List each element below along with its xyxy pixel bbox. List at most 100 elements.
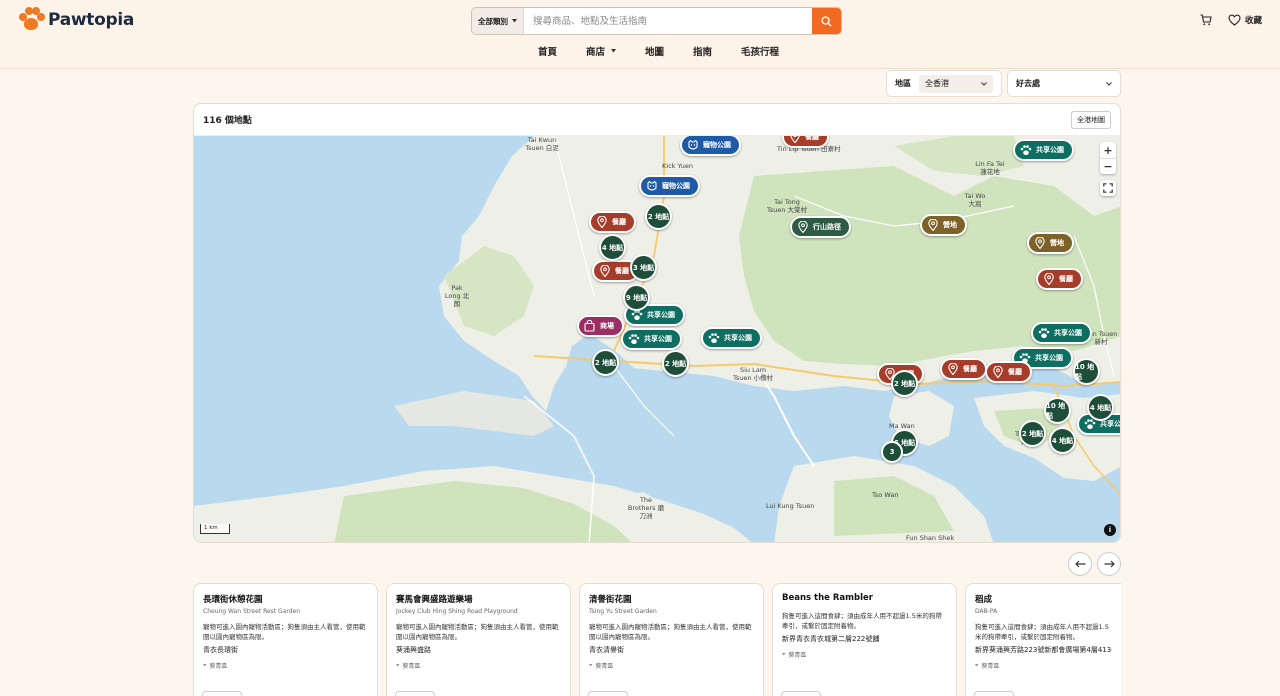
nav-pet-trips[interactable]: 毛孩行程 bbox=[741, 44, 779, 58]
card-district-label: 葵青區 bbox=[981, 663, 1000, 670]
card-subtitle: Tsing Yu Street Garden bbox=[589, 608, 657, 615]
search-category-select[interactable]: 全部類別 bbox=[472, 8, 524, 34]
district-filter[interactable]: 地區 全香港 bbox=[886, 70, 1002, 97]
card-action-button[interactable] bbox=[781, 691, 821, 696]
map-marker-mall[interactable]: 商場 bbox=[577, 315, 624, 337]
nav-home[interactable]: 首頁 bbox=[538, 44, 586, 58]
place-card[interactable]: Beans the Rambler 狗隻可進入這間食肆；須由成年人用不超過1.5… bbox=[772, 583, 957, 696]
map-label: Siu Lam Tsuen 小欖村 bbox=[732, 366, 774, 382]
carousel-prev-button[interactable] bbox=[1068, 552, 1092, 576]
place-type-filter[interactable]: 好去處 bbox=[1007, 70, 1121, 97]
location-pin-icon bbox=[788, 136, 801, 144]
place-card[interactable]: 賽馬會興盛路遊樂場 Jockey Club Hing Shing Road Pl… bbox=[386, 583, 571, 696]
nav-guide[interactable]: 指南 bbox=[693, 44, 741, 58]
map-cluster[interactable]: 4 地點 bbox=[1087, 394, 1114, 421]
map-cluster[interactable]: 2 地點 bbox=[592, 349, 619, 376]
logo[interactable]: Pawtopia bbox=[18, 7, 134, 33]
map-canvas[interactable]: Tin Lip Tsuen 田寮村 Kick Yuen Tai Tong Tsu… bbox=[194, 136, 1120, 542]
map-marker-restaurant[interactable]: 餐廳 bbox=[782, 136, 829, 148]
card-description: 寵物可進入園內寵物活動區；狗隻須由主人看管，使用範圍以園內寵物區為限。 bbox=[589, 623, 752, 641]
card-subtitle: Jockey Club Hing Shing Road Playground bbox=[396, 608, 518, 615]
fullscreen-button[interactable] bbox=[1100, 180, 1116, 196]
arrow-right-icon bbox=[1104, 560, 1115, 568]
place-card[interactable]: 清譽街花園 Tsing Yu Street Garden 寵物可進入園內寵物活動… bbox=[579, 583, 764, 696]
map-cluster[interactable]: 9 地點 bbox=[623, 284, 650, 311]
map-card: 116 個地點 全港地圖 Tin Lip Tsuen 田寮村 Kick Yuen… bbox=[193, 103, 1121, 543]
map-marker-trail[interactable]: 行山路徑 bbox=[790, 216, 851, 238]
location-dot-icon: ⌖ bbox=[782, 650, 786, 658]
map-marker-shared-park[interactable]: 共享公園 bbox=[701, 327, 762, 349]
place-type-filter-label: 好去處 bbox=[1016, 79, 1040, 88]
district-filter-label: 地區 bbox=[895, 79, 911, 88]
marker-label: 共享公園 bbox=[724, 334, 752, 342]
search-input[interactable] bbox=[524, 8, 812, 34]
location-count: 116 個地點 bbox=[203, 116, 252, 126]
card-title: 長環街休憩花園 bbox=[203, 595, 263, 605]
map-marker-restaurant[interactable]: 餐廳 bbox=[985, 361, 1032, 383]
map-marker-shared-park[interactable]: 共享公園 bbox=[621, 328, 682, 350]
map-cluster[interactable]: 3 地點 bbox=[630, 254, 657, 281]
map-marker-shared-park[interactable]: 共享公園 bbox=[1031, 322, 1092, 344]
marker-label: 餐廳 bbox=[1008, 368, 1022, 376]
fullscreen-icon bbox=[1103, 183, 1113, 193]
map-cluster[interactable]: 2 地點 bbox=[662, 350, 689, 377]
map-marker-pet-park[interactable]: 寵物公園 bbox=[680, 136, 741, 156]
place-card[interactable]: 稻成 DAB-PA 狗隻可進入這間食肆；須由成年人用不超過1.5米的狗帶牽引，或… bbox=[965, 583, 1121, 696]
card-action-button[interactable] bbox=[202, 691, 242, 696]
map-marker-camp[interactable]: 營地 bbox=[1027, 232, 1074, 254]
map-cluster[interactable]: 10 地點 bbox=[1073, 358, 1100, 385]
card-action-button[interactable] bbox=[588, 691, 628, 696]
brand-name: Pawtopia bbox=[48, 10, 135, 30]
map-label: Lui Kung Tsuen bbox=[766, 502, 815, 510]
location-pin-icon bbox=[991, 366, 1004, 379]
map-marker-restaurant[interactable]: 餐廳 bbox=[940, 358, 987, 380]
card-subtitle: DAB-PA bbox=[975, 608, 998, 615]
map-label: Lin Fa Tei 蓮花地 bbox=[975, 160, 1005, 176]
map-label: Tai Tong Tsuen 大棠村 bbox=[766, 198, 808, 214]
nav-map[interactable]: 地圖 bbox=[645, 44, 693, 58]
map-cluster[interactable]: 2 地點 bbox=[891, 370, 918, 397]
cart-icon[interactable] bbox=[1200, 14, 1212, 26]
header-actions: 收藏 bbox=[1200, 14, 1262, 26]
card-district: ⌖ 葵青區 bbox=[975, 661, 1112, 671]
map-marker-camp[interactable]: 營地 bbox=[920, 214, 967, 236]
search-icon bbox=[821, 15, 832, 27]
favorites-label: 收藏 bbox=[1244, 16, 1262, 26]
nav-pet-trips-label: 毛孩行程 bbox=[741, 47, 780, 58]
map-cluster[interactable]: 4 地點 bbox=[599, 234, 626, 261]
card-title: 稻成 bbox=[975, 595, 993, 605]
zoom-in-button[interactable]: + bbox=[1100, 142, 1116, 158]
zoom-out-button[interactable]: − bbox=[1100, 158, 1116, 174]
map-cluster[interactable]: 2 地點 bbox=[1019, 420, 1046, 447]
location-pin-icon bbox=[1033, 237, 1046, 250]
favorites-link[interactable]: 收藏 bbox=[1228, 14, 1262, 26]
location-pin-icon bbox=[926, 219, 939, 232]
paw-icon bbox=[1037, 327, 1050, 340]
marker-label: 共享公園 bbox=[1036, 146, 1064, 154]
carousel-next-button[interactable] bbox=[1097, 552, 1121, 576]
shopping-bag-icon bbox=[583, 320, 596, 333]
nav-shop[interactable]: 商店 bbox=[586, 44, 645, 58]
search-button[interactable] bbox=[812, 8, 841, 34]
card-action-button[interactable] bbox=[974, 691, 1014, 696]
map-cluster[interactable]: 2 地點 bbox=[645, 203, 672, 230]
map-marker-shared-park[interactable]: 共享公園 bbox=[1013, 139, 1074, 161]
full-map-button[interactable]: 全港地圖 bbox=[1071, 110, 1111, 129]
map-marker-pet-park[interactable]: 寵物公園 bbox=[639, 175, 700, 197]
map-marker-restaurant[interactable]: 餐廳 bbox=[1036, 268, 1083, 290]
district-select[interactable]: 全香港 bbox=[919, 74, 993, 93]
map-cluster[interactable]: 4 地點 bbox=[1049, 427, 1076, 454]
card-title: Beans the Rambler bbox=[782, 593, 873, 603]
marker-label: 共享公園 bbox=[1035, 354, 1063, 362]
map-label: Kick Yuen bbox=[662, 162, 693, 170]
map-cluster[interactable]: 3 bbox=[881, 441, 903, 463]
map-marker-restaurant[interactable]: 餐廳 bbox=[589, 211, 636, 233]
place-card[interactable]: 長環街休憩花園 Cheung Wan Street Rest Garden 寵物… bbox=[193, 583, 378, 696]
card-title: 賽馬會興盛路遊樂場 bbox=[396, 595, 473, 605]
info-icon[interactable]: i bbox=[1104, 524, 1116, 536]
card-description: 狗隻可進入這間食肆；須由成年人用不超過1.5米的狗帶牽引，或繫於固定附着物。 bbox=[975, 623, 1109, 641]
card-action-button[interactable] bbox=[395, 691, 435, 696]
map-cluster[interactable]: 10 地點 bbox=[1044, 397, 1071, 424]
map-label: Fun Shan Shek bbox=[906, 534, 955, 542]
card-district-label: 葵青區 bbox=[209, 663, 228, 670]
